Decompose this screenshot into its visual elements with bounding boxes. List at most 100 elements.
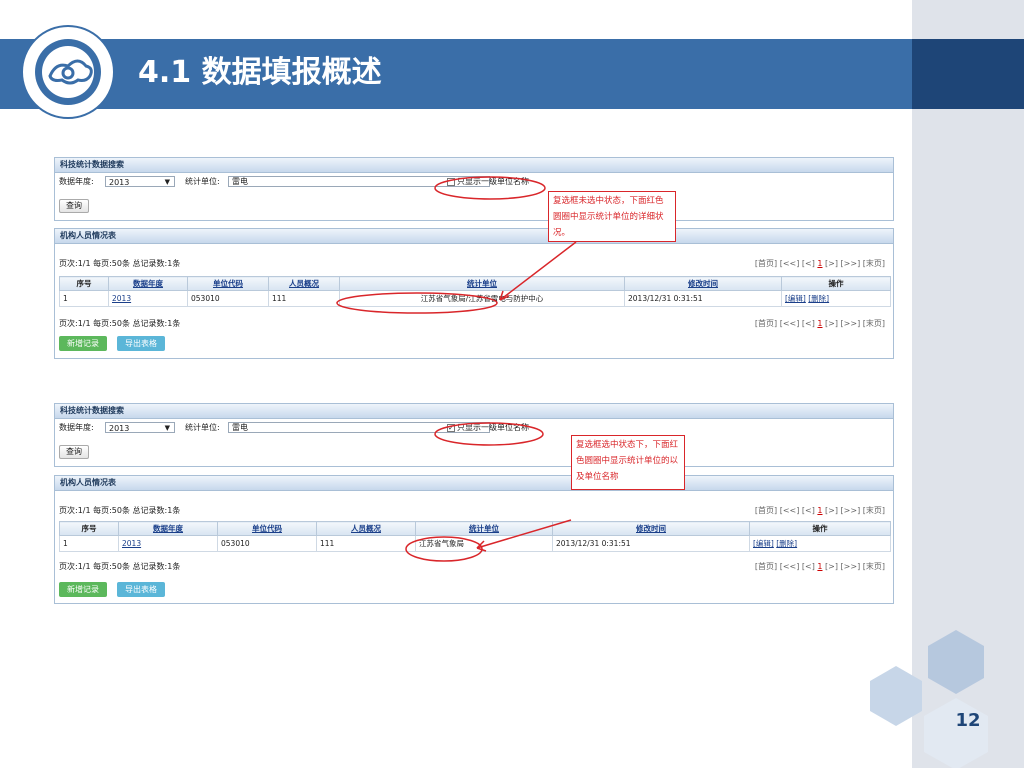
col-people[interactable]: 人员概况 (268, 276, 340, 291)
search-panel-1: 科技统计数据搜索 数据年度: 2013 ▼ 统计单位: 雷电 只显示一级单位名称 … (54, 157, 894, 221)
col-unit[interactable]: 统计单位 (339, 276, 625, 291)
last-page-link[interactable]: [末页] (863, 259, 885, 268)
query-button[interactable]: 查询 (59, 199, 89, 213)
delete-link[interactable]: [删除] (776, 539, 797, 548)
col-index: 序号 (59, 521, 119, 536)
search-panel-title: 科技统计数据搜索 (55, 158, 893, 173)
cell-actions: [编辑] [删除] (781, 290, 891, 307)
delete-link[interactable]: [删除] (808, 294, 829, 303)
current-page[interactable]: 1 (817, 562, 822, 571)
last-page-link[interactable]: [末页] (863, 506, 885, 515)
last-page-link[interactable]: [末页] (863, 562, 885, 571)
col-year[interactable]: 数据年度 (108, 276, 188, 291)
col-code[interactable]: 单位代码 (217, 521, 317, 536)
query-button[interactable]: 查询 (59, 445, 89, 459)
cell-modified: 2013/12/31 0:31:51 (624, 290, 782, 307)
first-level-checkbox[interactable] (447, 178, 455, 186)
cell-actions: [编辑] [删除] (749, 535, 891, 552)
check-icon: ✓ (448, 424, 454, 432)
search-panel-2: 科技统计数据搜索 数据年度: 2013 ▼ 统计单位: 雷电 ✓ 只显示一级单位名… (54, 403, 894, 467)
pager-nav-bottom: [首页] [<<] [<] 1 [>] [>>] [末页] (755, 561, 885, 573)
cell-code: 053010 (217, 535, 317, 552)
cell-modified: 2013/12/31 0:31:51 (552, 535, 750, 552)
cell-code: 053010 (187, 290, 269, 307)
next-page-link[interactable]: [>] (825, 562, 838, 571)
cell-index: 1 (59, 535, 119, 552)
next-block-link[interactable]: [>>] (841, 562, 861, 571)
col-actions: 操作 (781, 276, 891, 291)
current-page[interactable]: 1 (817, 506, 822, 515)
next-page-link[interactable]: [>] (825, 506, 838, 515)
first-page-link[interactable]: [首页] (755, 319, 777, 328)
prev-block-link[interactable]: [<<] (780, 259, 800, 268)
col-modified[interactable]: 修改时间 (552, 521, 750, 536)
col-index: 序号 (59, 276, 109, 291)
year-select[interactable]: 2013 ▼ (105, 176, 175, 187)
people-panel-title: 机构人员情况表 (55, 229, 893, 244)
table-header-row: 序号 数据年度 单位代码 人员概况 统计单位 修改时间 操作 (59, 521, 891, 536)
pager-info: 页次:1/1 每页:50条 总记录数:1条 (59, 259, 181, 268)
year-label: 数据年度: (59, 423, 94, 432)
edit-link[interactable]: [编辑] (753, 539, 774, 548)
chevron-down-icon: ▼ (164, 178, 170, 186)
export-table-button[interactable]: 导出表格 (117, 336, 165, 351)
next-page-link[interactable]: [>] (825, 259, 838, 268)
year-label: 数据年度: (59, 177, 94, 186)
table-row: 1 2013 053010 111 江苏省气象局 2013/12/31 0:31… (59, 535, 891, 552)
hexagon-decoration (870, 630, 988, 768)
people-panel-2: 机构人员情况表 页次:1/1 每页:50条 总记录数:1条 [首页] [<<] … (54, 475, 894, 604)
unit-label: 统计单位: (185, 177, 220, 186)
table-row: 1 2013 053010 111 江苏省气象局/江苏省雷电与防护中心 2013… (59, 290, 891, 307)
checkbox-label: 只显示一级单位名称 (457, 177, 529, 186)
prev-page-link[interactable]: [<] (802, 259, 815, 268)
cell-people: 111 (268, 290, 340, 307)
annotation-box-checked: 复选框选中状态下，下面红色圆圈中显示统计单位的以及单位名称 (571, 435, 685, 490)
next-block-link[interactable]: [>>] (841, 506, 861, 515)
prev-page-link[interactable]: [<] (802, 562, 815, 571)
first-level-checkbox[interactable]: ✓ (447, 424, 455, 432)
last-page-link[interactable]: [末页] (863, 319, 885, 328)
annotation-box-unchecked: 复选框未选中状态，下面红色圆圈中显示统计单位的详细状况。 (548, 191, 676, 242)
people-table: 序号 数据年度 单位代码 人员概况 统计单位 修改时间 操作 1 2013 05… (59, 521, 891, 552)
current-page[interactable]: 1 (817, 259, 822, 268)
people-panel-1: 机构人员情况表 页次:1/1 每页:50条 总记录数:1条 [首页] [<<] … (54, 228, 894, 359)
current-page[interactable]: 1 (817, 319, 822, 328)
prev-block-link[interactable]: [<<] (780, 506, 800, 515)
add-record-button[interactable]: 新增记录 (59, 582, 107, 597)
cell-people: 111 (316, 535, 416, 552)
cell-unit: 江苏省气象局/江苏省雷电与防护中心 (339, 290, 625, 307)
cell-year-link[interactable]: 2013 (108, 290, 188, 307)
checkbox-label: 只显示一级单位名称 (457, 423, 529, 432)
add-record-button[interactable]: 新增记录 (59, 336, 107, 351)
search-panel-title: 科技统计数据搜索 (55, 404, 893, 419)
cell-index: 1 (59, 290, 109, 307)
slide-title: 4.1 数据填报概述 (138, 55, 382, 90)
pager-nav-bottom: [首页] [<<] [<] 1 [>] [>>] [末页] (755, 318, 885, 330)
col-people[interactable]: 人员概况 (316, 521, 416, 536)
pager-info-bottom: 页次:1/1 每页:50条 总记录数:1条 (59, 562, 181, 571)
year-select[interactable]: 2013 ▼ (105, 422, 175, 433)
prev-page-link[interactable]: [<] (802, 319, 815, 328)
pager-nav: [首页] [<<] [<] 1 [>] [>>] [末页] (755, 258, 885, 270)
next-page-link[interactable]: [>] (825, 319, 838, 328)
cell-year-link[interactable]: 2013 (118, 535, 218, 552)
people-panel-title: 机构人员情况表 (55, 476, 893, 491)
next-block-link[interactable]: [>>] (841, 319, 861, 328)
table-header-row: 序号 数据年度 单位代码 人员概况 统计单位 修改时间 操作 (59, 276, 891, 291)
col-unit[interactable]: 统计单位 (415, 521, 553, 536)
export-table-button[interactable]: 导出表格 (117, 582, 165, 597)
prev-block-link[interactable]: [<<] (780, 562, 800, 571)
cell-unit: 江苏省气象局 (415, 535, 553, 552)
col-year[interactable]: 数据年度 (118, 521, 218, 536)
first-page-link[interactable]: [首页] (755, 562, 777, 571)
next-block-link[interactable]: [>>] (841, 259, 861, 268)
pager-info: 页次:1/1 每页:50条 总记录数:1条 (59, 506, 181, 515)
pager-nav: [首页] [<<] [<] 1 [>] [>>] [末页] (755, 505, 885, 517)
first-page-link[interactable]: [首页] (755, 506, 777, 515)
prev-page-link[interactable]: [<] (802, 506, 815, 515)
prev-block-link[interactable]: [<<] (780, 319, 800, 328)
first-page-link[interactable]: [首页] (755, 259, 777, 268)
col-modified[interactable]: 修改时间 (624, 276, 782, 291)
col-code[interactable]: 单位代码 (187, 276, 269, 291)
edit-link[interactable]: [编辑] (785, 294, 806, 303)
